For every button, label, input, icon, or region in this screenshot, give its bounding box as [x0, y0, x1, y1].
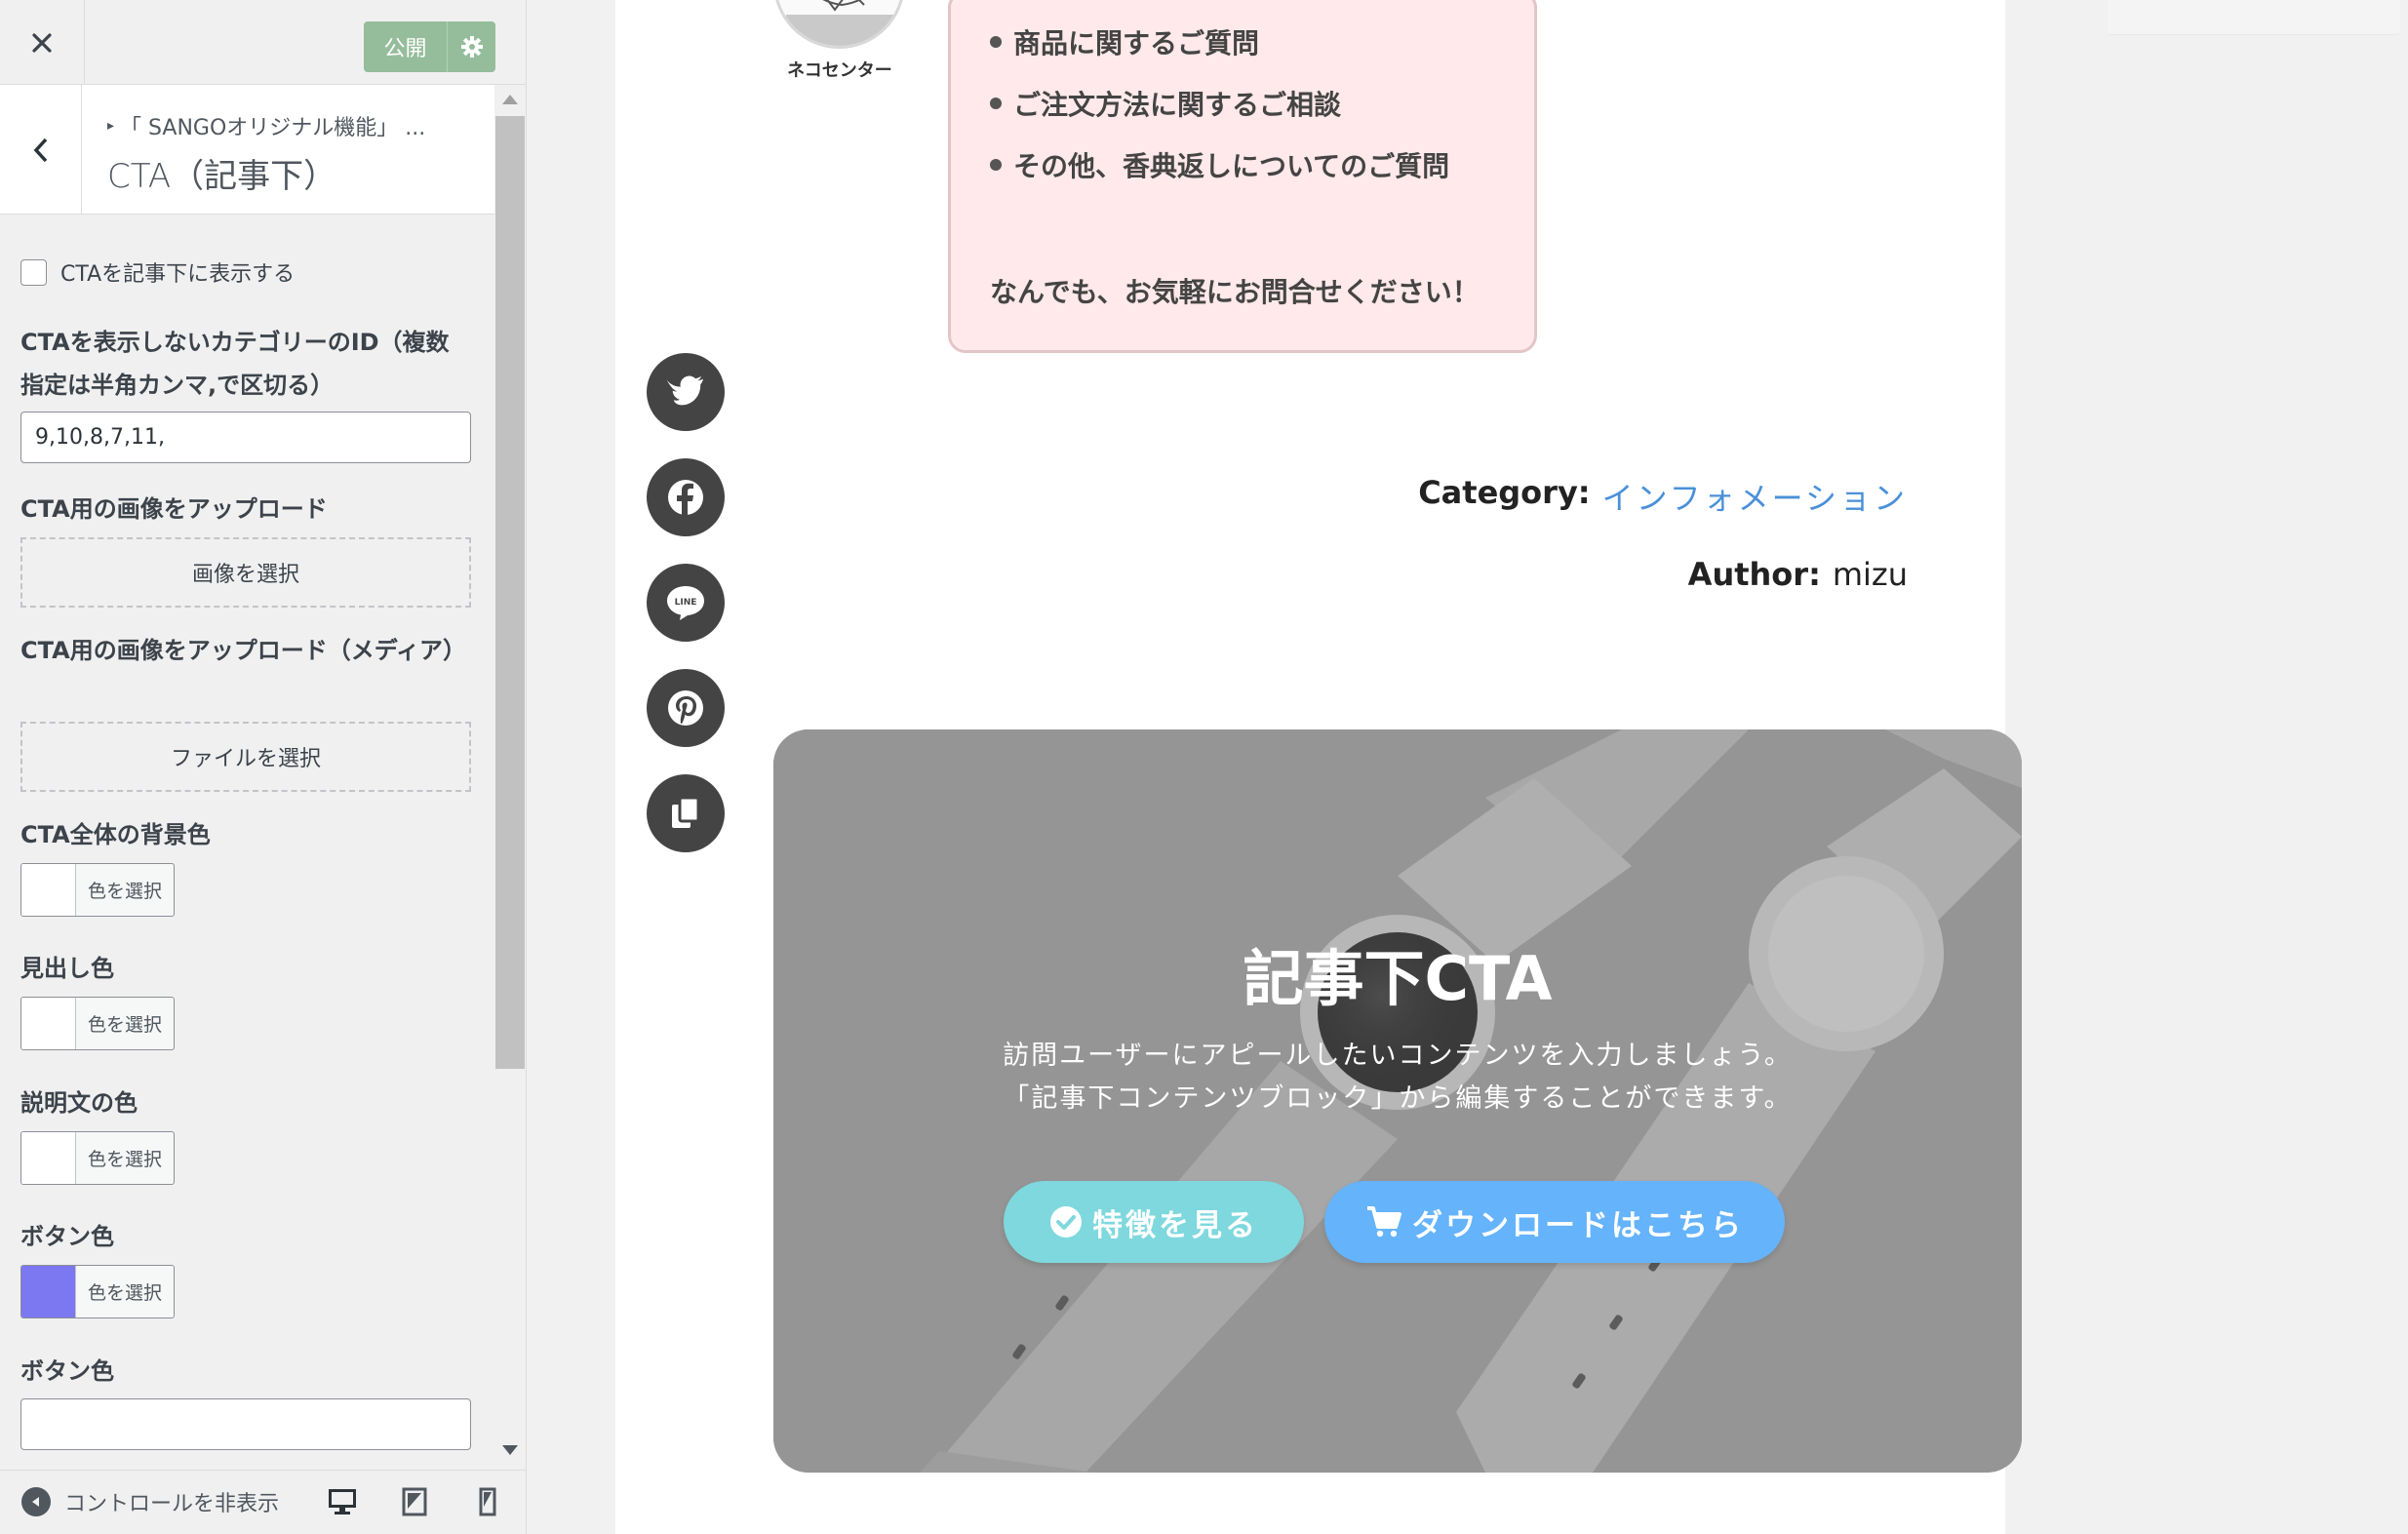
button-color-picker[interactable]: 色を選択	[20, 1265, 175, 1318]
scroll-up-arrow-icon[interactable]	[502, 95, 518, 104]
show-cta-control: CTAを記事下に表示する	[20, 256, 295, 288]
features-button[interactable]: 特徴を見る	[1004, 1181, 1304, 1263]
bubble-item-text: その他、香典返しについてのご質問	[1013, 150, 1450, 182]
mobile-preview-icon[interactable]	[468, 1484, 507, 1519]
select-file-button[interactable]: ファイルを選択	[20, 722, 471, 792]
heading-color-picker[interactable]: 色を選択	[20, 997, 175, 1050]
breadcrumb: ▸ 「 SANGOオリジナル機能」 ...	[107, 110, 478, 141]
publish-settings-button[interactable]	[447, 21, 495, 72]
show-cta-label: CTAを記事下に表示する	[60, 262, 296, 287]
desc-color-swatch	[21, 1132, 76, 1184]
button-color-swatch	[21, 1266, 76, 1318]
customizer-footer: コントロールを非表示	[0, 1470, 526, 1534]
avatar-name: ネコセンター	[787, 60, 892, 81]
publish-button[interactable]: 公開	[364, 21, 447, 72]
desc-color-picker[interactable]: 色を選択	[20, 1131, 175, 1185]
collapse-arrow-icon	[21, 1487, 51, 1516]
bubble-item-text: ご注文方法に関するご相談	[1013, 89, 1342, 121]
copy-icon	[672, 796, 700, 828]
features-button-label: 特徴を見る	[1092, 1207, 1258, 1243]
bubble-note: なんでも、お気軽にお問合せください！	[990, 276, 1480, 308]
cat-illustration-icon	[786, 0, 898, 46]
image-upload-label: CTA用の画像をアップロード	[20, 495, 328, 523]
gear-icon	[460, 36, 483, 58]
publish-group: 公開	[364, 21, 495, 72]
bubble-item: 商品に関するご質問	[990, 22, 1259, 61]
heading-color-label: 見出し色	[20, 955, 114, 982]
bubble-item: その他、香典返しについてのご質問	[990, 145, 1449, 184]
tablet-preview-icon[interactable]	[395, 1484, 434, 1519]
button-color-select-text: 色を選択	[87, 1282, 162, 1304]
close-icon	[32, 32, 52, 53]
chevron-left-icon	[33, 138, 47, 162]
author-avatar	[773, 0, 905, 49]
bg-color-swatch	[21, 864, 76, 916]
post-category: Category: インフォメーション	[1418, 474, 1908, 519]
download-button[interactable]: ダウンロードはこちら	[1324, 1181, 1785, 1263]
exclude-ids-label: CTAを表示しないカテゴリーのID（複数指定は半角カンマ,で区切る）	[20, 329, 450, 399]
button-color2-label: ボタン色	[20, 1357, 114, 1385]
site-preview: ネコセンター 商品に関するご質問 ご注文方法に関するご相談 その他、香典返しにつ…	[528, 0, 2408, 1534]
button-color2-input[interactable]	[20, 1398, 471, 1450]
cta-title: 記事下CTA	[1243, 943, 1553, 1014]
desc-color-label: 説明文の色	[20, 1089, 138, 1117]
sidebar-scrollbar[interactable]	[494, 85, 526, 1470]
section-title: CTA（記事下）	[107, 157, 337, 196]
select-image-button[interactable]: 画像を選択	[20, 537, 471, 608]
author-key: Author:	[1687, 556, 1821, 593]
copy-link-button[interactable]	[647, 774, 725, 852]
speech-bubble: 商品に関するご質問 ご注文方法に関するご相談 その他、香典返しについてのご質問 …	[948, 0, 1537, 353]
bullet-icon	[990, 159, 1002, 171]
desc-color-select-text: 色を選択	[87, 1149, 162, 1170]
article-body: ネコセンター 商品に関するご質問 ご注文方法に関するご相談 その他、香典返しにつ…	[615, 0, 2022, 1534]
category-key: Category:	[1418, 474, 1591, 511]
bg-color-label: CTA全体の背景色	[20, 821, 211, 848]
twitter-icon	[666, 375, 703, 406]
triangle-icon: ▸	[107, 118, 115, 134]
svg-text:LINE: LINE	[675, 598, 697, 608]
customizer-header: 公開	[0, 0, 526, 85]
sidebar-widget	[2108, 0, 2400, 35]
author-value: mizu	[1832, 556, 1908, 593]
close-customizer-button[interactable]	[0, 0, 85, 85]
button-color-label: ボタン色	[20, 1223, 114, 1250]
heading-color-select-text: 色を選択	[87, 1014, 162, 1036]
exclude-ids-input[interactable]: 9,10,8,7,11,	[20, 412, 471, 463]
download-button-label: ダウンロードはこちら	[1412, 1207, 1744, 1243]
heading-color-swatch	[21, 998, 76, 1049]
post-author: Author: mizu	[1688, 556, 1908, 593]
share-twitter-button[interactable]	[647, 353, 725, 431]
desktop-preview-icon[interactable]	[323, 1484, 362, 1519]
scrollbar-thumb[interactable]	[495, 116, 525, 1069]
pinterest-icon	[668, 690, 703, 726]
cta-description-line2: 「記事下コンテンツブロック」から編集することができます。	[1003, 1083, 1793, 1114]
bubble-item: ご注文方法に関するご相談	[990, 84, 1341, 123]
cta-block: 記事下CTA 訪問ユーザーにアピールしたいコンテンツを入力しましょう。 「記事下…	[773, 729, 2022, 1473]
hide-controls-button[interactable]: コントロールを非表示	[21, 1486, 279, 1517]
section-header: ▸ 「 SANGOオリジナル機能」 ... CTA（記事下）	[0, 85, 494, 215]
line-icon: LINE	[667, 586, 704, 620]
bg-color-select-text: 色を選択	[87, 881, 162, 902]
bullet-icon	[990, 98, 1002, 109]
bg-color-picker[interactable]: 色を選択	[20, 863, 175, 917]
bubble-item-text: 商品に関するご質問	[1013, 27, 1260, 59]
share-line-button[interactable]: LINE	[647, 564, 725, 642]
share-facebook-button[interactable]	[647, 458, 725, 536]
cta-description-line1: 訪問ユーザーにアピールしたいコンテンツを入力しましょう。	[1003, 1041, 1793, 1071]
bullet-icon	[990, 36, 1002, 48]
right-sidebar	[2088, 0, 2408, 39]
check-circle-icon	[1050, 1206, 1082, 1238]
customizer-sidebar: 公開 ▸ 「 SANGOオリジナル機能」 ... CTA（記事下） CTAを記事…	[0, 0, 527, 1534]
facebook-icon	[668, 480, 703, 515]
media-upload-label: CTA用の画像をアップロード（メディア）	[20, 637, 467, 664]
hide-controls-label: コントロールを非表示	[64, 1492, 280, 1516]
category-link[interactable]: インフォメーション	[1602, 474, 1908, 519]
scroll-down-arrow-icon[interactable]	[502, 1445, 518, 1455]
cart-icon	[1367, 1206, 1401, 1238]
share-pinterest-button[interactable]	[647, 669, 725, 747]
back-button[interactable]	[0, 85, 82, 215]
breadcrumb-text: 「 SANGOオリジナル機能」 ...	[120, 116, 426, 140]
show-cta-checkbox[interactable]	[20, 258, 47, 286]
